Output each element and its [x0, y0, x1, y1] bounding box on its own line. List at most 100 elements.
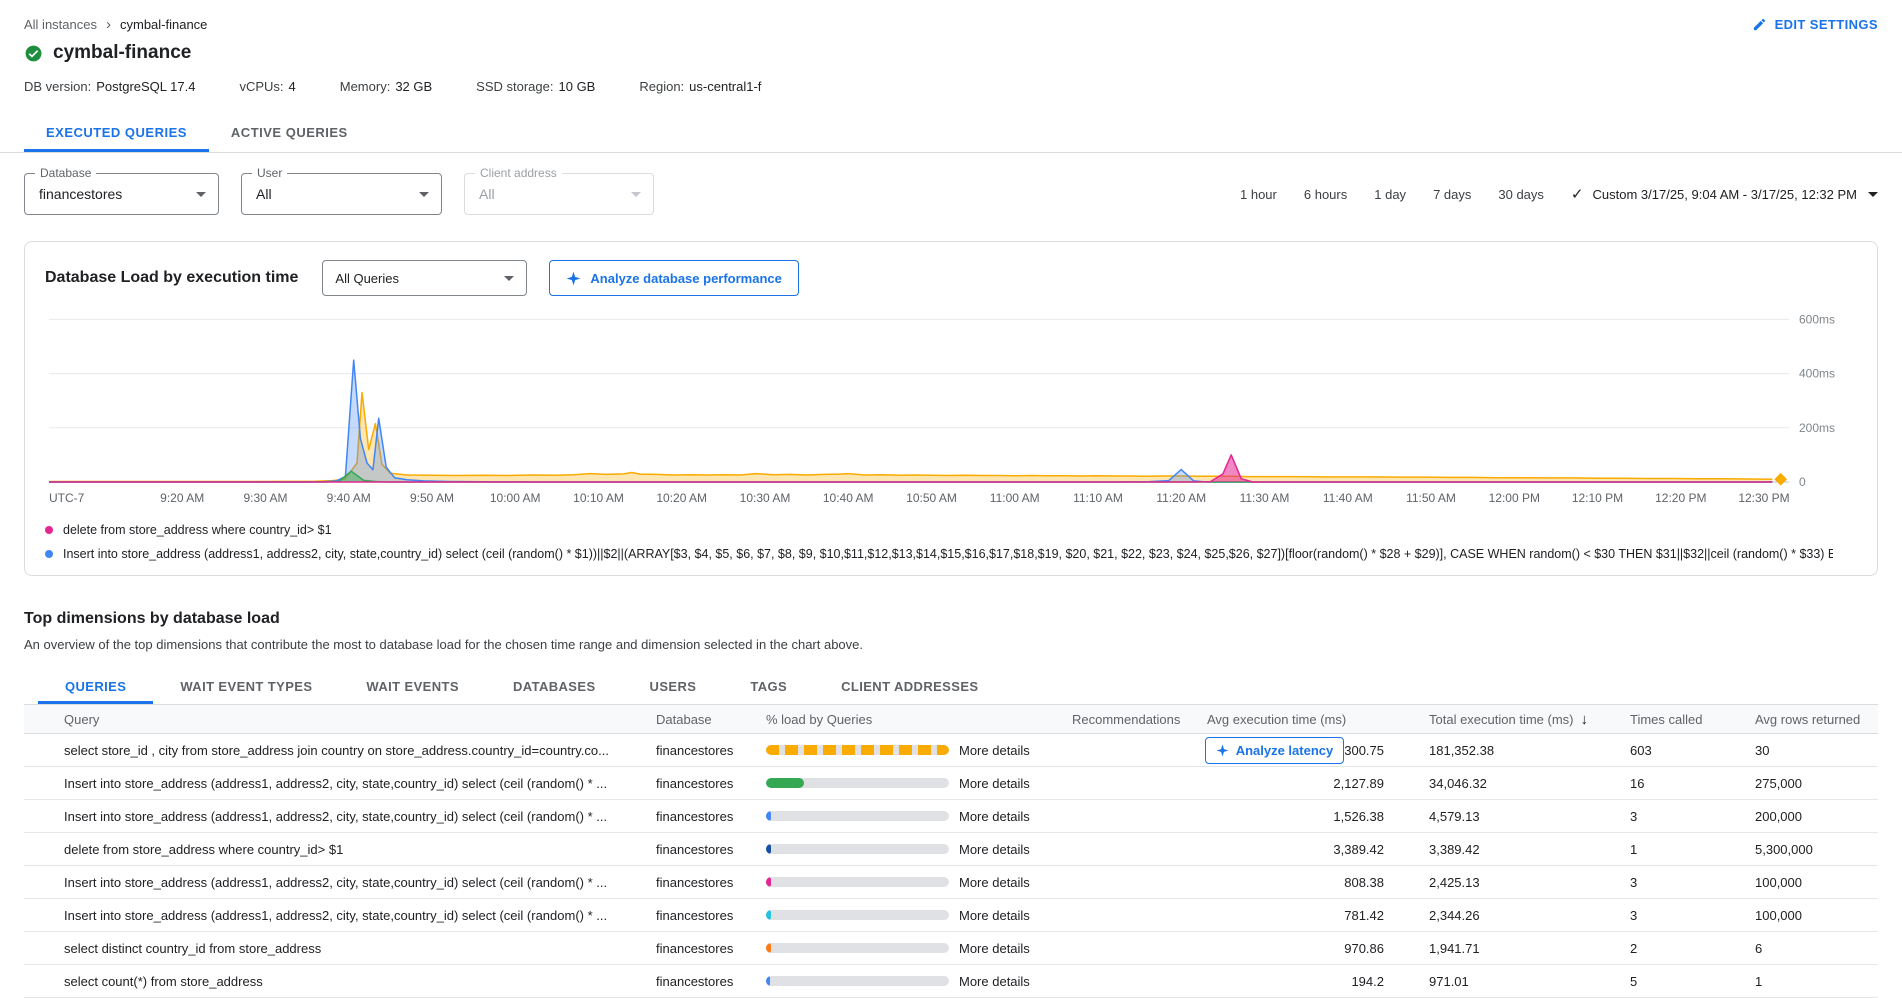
avg-rows-cell: 6 [1755, 941, 1878, 956]
load-cell: More details [766, 974, 1072, 989]
breadcrumb-all-instances[interactable]: All instances [24, 17, 97, 32]
query-cell[interactable]: select store_id , city from store_addres… [24, 743, 656, 758]
time-range-custom[interactable]: ✓ Custom 3/17/25, 9:04 AM - 3/17/25, 12:… [1571, 185, 1878, 203]
load-bar-track [766, 778, 949, 788]
times-called-cell: 3 [1630, 809, 1755, 824]
legend-item[interactable]: Insert into store_address (address1, add… [45, 544, 1857, 563]
analyze-database-performance-button[interactable]: Analyze database performance [549, 260, 798, 296]
edit-settings-label: EDIT SETTINGS [1775, 17, 1878, 32]
svg-text:12:10 PM: 12:10 PM [1572, 491, 1623, 505]
query-insights-page: All instances › cymbal-finance EDIT SETT… [0, 0, 1902, 998]
dimension-tab-users[interactable]: USERS [623, 668, 724, 704]
times-called-cell: 2 [1630, 941, 1755, 956]
time-range-option-30-days[interactable]: 30 days [1498, 187, 1544, 202]
database-cell: financestores [656, 842, 766, 857]
column-header-load[interactable]: % load by Queries [766, 712, 1072, 727]
total-exec-cell: 3,389.42 [1400, 842, 1630, 857]
time-range-option-7-days[interactable]: 7 days [1433, 187, 1471, 202]
column-header-label: Avg rows returned [1755, 712, 1860, 727]
meta-value: 4 [289, 79, 296, 94]
svg-text:10:30 AM: 10:30 AM [740, 491, 791, 505]
database-cell: financestores [656, 941, 766, 956]
dimension-tab-wait-events[interactable]: WAIT EVENTS [339, 668, 486, 704]
column-header-query[interactable]: Query [24, 712, 656, 727]
avg-exec-value: 3,389.42 [1333, 842, 1384, 857]
more-details-link[interactable]: More details [959, 974, 1030, 989]
more-details-link[interactable]: More details [959, 875, 1030, 890]
query-cell[interactable]: Insert into store_address (address1, add… [24, 875, 656, 890]
tab-active-queries[interactable]: ACTIVE QUERIES [209, 112, 370, 152]
load-cell: More details [766, 776, 1072, 791]
time-range-custom-label: Custom 3/17/25, 9:04 AM - 3/17/25, 12:32… [1593, 187, 1858, 202]
dimension-tab-tags[interactable]: TAGS [723, 668, 814, 704]
pencil-icon [1752, 17, 1767, 32]
legend-dot [45, 526, 53, 534]
top-dimensions-subtitle: An overview of the top dimensions that c… [24, 637, 1878, 652]
table-row: select distinct country_id from store_ad… [24, 932, 1878, 965]
dimension-tab-client-addresses[interactable]: CLIENT ADDRESSES [814, 668, 1005, 704]
query-cell[interactable]: Insert into store_address (address1, add… [24, 776, 656, 791]
dimension-tab-queries[interactable]: QUERIES [38, 668, 153, 704]
sort-desc-icon[interactable]: ↓ [1581, 711, 1589, 728]
svg-text:11:40 AM: 11:40 AM [1323, 491, 1373, 505]
column-header-recommendations[interactable]: Recommendations [1072, 712, 1207, 727]
database-filter-select[interactable]: Database financestores [24, 173, 219, 215]
column-header-database[interactable]: Database [656, 712, 766, 727]
user-filter-select[interactable]: User All [241, 173, 442, 215]
time-range-option-1-hour[interactable]: 1 hour [1240, 187, 1277, 202]
query-cell[interactable]: Insert into store_address (address1, add… [24, 908, 656, 923]
meta-item: vCPUs:4 [239, 79, 295, 94]
top-bar: All instances › cymbal-finance EDIT SETT… [24, 0, 1878, 33]
load-bar-fill [766, 778, 804, 788]
load-cell: More details [766, 875, 1072, 890]
more-details-link[interactable]: More details [959, 941, 1030, 956]
legend-item[interactable]: delete from store_address where country_… [45, 520, 1857, 539]
svg-text:11:00 AM: 11:00 AM [990, 491, 1040, 505]
svg-text:12:30 PM: 12:30 PM [1738, 491, 1789, 505]
svg-text:12:00 PM: 12:00 PM [1489, 491, 1540, 505]
dimensions-table: Query Database% load by QueriesRecommenda… [0, 705, 1902, 998]
analyze-database-performance-label: Analyze database performance [590, 271, 781, 286]
query-cell[interactable]: select distinct country_id from store_ad… [24, 941, 656, 956]
load-bar-track [766, 877, 949, 887]
analyze-latency-label: Analyze latency [1236, 743, 1334, 758]
more-details-link[interactable]: More details [959, 842, 1030, 857]
edit-settings-button[interactable]: EDIT SETTINGS [1752, 17, 1878, 32]
query-cell[interactable]: select count(*) from store_address [24, 974, 656, 989]
query-cell[interactable]: Insert into store_address (address1, add… [24, 809, 656, 824]
column-header-avg_rows[interactable]: Avg rows returned [1755, 712, 1878, 727]
analyze-latency-button[interactable]: Analyze latency [1205, 737, 1345, 764]
dimension-tab-databases[interactable]: DATABASES [486, 668, 623, 704]
more-details-link[interactable]: More details [959, 809, 1030, 824]
svg-text:10:10 AM: 10:10 AM [573, 491, 624, 505]
load-cell: More details [766, 842, 1072, 857]
dimension-tab-wait-event-types[interactable]: WAIT EVENT TYPES [153, 668, 339, 704]
svg-text:10:50 AM: 10:50 AM [906, 491, 957, 505]
instance-meta: DB version:PostgreSQL 17.4vCPUs:4Memory:… [24, 79, 1878, 94]
legend-label: Insert into store_address (address1, add… [63, 547, 1833, 561]
table-row: Insert into store_address (address1, add… [24, 767, 1878, 800]
avg-exec-value: 781.42 [1344, 908, 1384, 923]
more-details-link[interactable]: More details [959, 908, 1030, 923]
chevron-down-icon [631, 192, 641, 197]
column-header-label: Recommendations [1072, 712, 1180, 727]
table-row: select count(*) from store_addressfinanc… [24, 965, 1878, 998]
avg-exec-value: 2,127.89 [1333, 776, 1384, 791]
query-cell[interactable]: delete from store_address where country_… [24, 842, 656, 857]
time-range-option-1-day[interactable]: 1 day [1374, 187, 1406, 202]
avg-exec-cell: 781.42 [1207, 908, 1400, 923]
table-row: Insert into store_address (address1, add… [24, 866, 1878, 899]
column-header-total_exec[interactable]: Total execution time (ms)↓ [1400, 711, 1630, 728]
column-header-label: Query [64, 712, 99, 727]
tab-executed-queries[interactable]: EXECUTED QUERIES [24, 112, 209, 152]
more-details-link[interactable]: More details [959, 743, 1030, 758]
column-header-avg_exec[interactable]: Avg execution time (ms) [1207, 712, 1400, 727]
avg-exec-cell: 1,526.38 [1207, 809, 1400, 824]
time-range-option-6-hours[interactable]: 6 hours [1304, 187, 1347, 202]
column-header-times_called[interactable]: Times called [1630, 712, 1755, 727]
user-filter-value: All [256, 186, 272, 202]
load-bar-fill [766, 943, 771, 953]
avg-rows-cell: 100,000 [1755, 875, 1878, 890]
query-filter-select[interactable]: All Queries [322, 260, 527, 296]
more-details-link[interactable]: More details [959, 776, 1030, 791]
